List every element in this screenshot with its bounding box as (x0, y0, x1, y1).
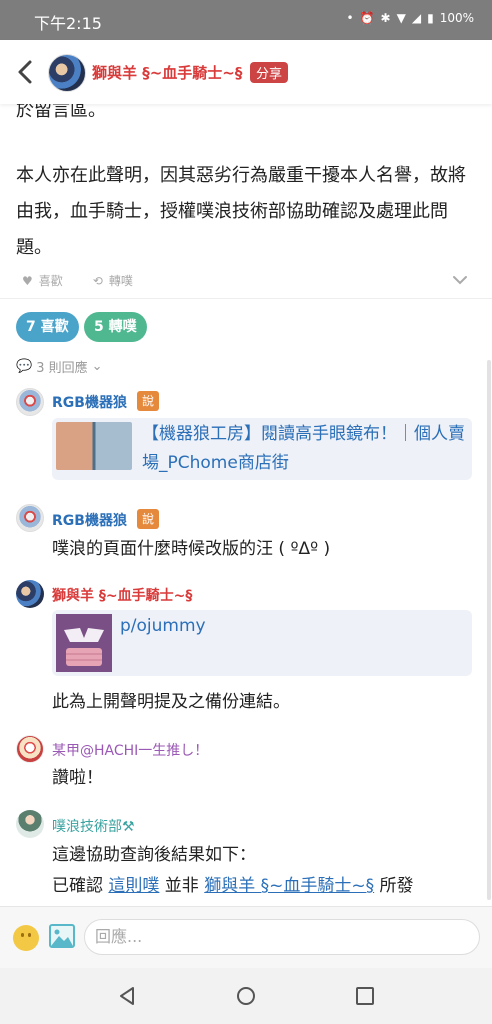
plurk-link[interactable]: 這則噗 (108, 876, 159, 896)
link-thumbnail (56, 422, 132, 470)
back-icon[interactable] (115, 984, 139, 1008)
image-icon[interactable] (49, 924, 75, 948)
status-icons: • ⏰ ✱ ▼ ◢ ▮ 100% (347, 11, 474, 25)
response-author-label: 噗浪技術部 (52, 819, 122, 835)
avatar[interactable] (16, 580, 44, 608)
avatar[interactable] (16, 388, 44, 416)
dot-icon: • (346, 11, 354, 25)
like-button[interactable]: 喜歡 (39, 272, 63, 289)
response-author[interactable]: RGB機器狼 (52, 392, 127, 412)
author-name[interactable]: 獅與羊 §~血手騎士~§ (92, 62, 242, 83)
response-author[interactable]: 獅與羊 §~血手騎士~§ (52, 585, 192, 605)
response-author[interactable]: RGB機器狼 (52, 510, 127, 530)
responses-toggle[interactable]: 💬 3 則回應 ⌄ (16, 357, 103, 376)
qualifier-badge: 說 (137, 391, 159, 411)
status-time: 下午2:15 (34, 14, 102, 33)
qualifier-badge: 說 (137, 509, 159, 529)
scrollbar[interactable] (487, 360, 491, 900)
divider (0, 298, 492, 299)
tools-icon: ⚒ (122, 819, 135, 835)
replurk-icon[interactable]: ⟲ (93, 274, 103, 288)
link-title[interactable]: 【機器狼工房】閱讀高手眼鏡布！｜個人賣場_PChome商店街 (142, 420, 466, 478)
post-paragraph: 本人亦在此聲明，因其惡劣行為嚴重干擾本人名譽，故將由我，血手騎士，授權噗浪技術部… (16, 165, 466, 258)
alarm-icon: ⏰ (359, 11, 375, 25)
signal-icon: ◢ (411, 11, 422, 25)
replurk-button[interactable]: 轉噗 (109, 272, 133, 289)
battery-level: 100% (439, 11, 474, 25)
post-actions: ♥ 喜歡 ⟲ 轉噗 (22, 272, 133, 289)
likes-count-pill[interactable]: 7 喜歡 (16, 312, 79, 342)
text-segment: 所發 (374, 876, 414, 896)
author-avatar[interactable] (48, 54, 86, 92)
avatar[interactable] (16, 504, 44, 532)
link-thumbnail (56, 614, 112, 672)
response-text: 此為上開聲明提及之備份連結。 (52, 692, 290, 712)
link-card[interactable]: p/ojummy (52, 610, 472, 676)
back-arrow-icon[interactable] (14, 59, 38, 85)
battery-icon: ▮ (427, 11, 434, 25)
avatar[interactable] (16, 735, 44, 763)
text-segment: 已確認 (52, 876, 109, 896)
emoji-icon[interactable] (13, 925, 39, 951)
response-author[interactable]: 某甲@HACHI一生推し！ (52, 740, 208, 760)
comment-icon: 💬 (16, 359, 33, 374)
recents-icon[interactable] (353, 984, 377, 1008)
link-title[interactable]: p/ojummy (120, 612, 460, 641)
plurk-content: 於留言區。 本人亦在此聲明，因其惡劣行為嚴重干擾本人名譽，故將由我，血手騎士，授… (0, 96, 492, 296)
plurk-header: 獅與羊 §~血手騎士~§ 分享 (0, 40, 492, 104)
wifi-icon: ▼ (396, 11, 406, 25)
chevron-down-icon: ⌄ (91, 359, 103, 374)
responses-count: 3 則回應 (36, 361, 88, 376)
response-text: 讚啦！ (52, 768, 103, 788)
heart-icon[interactable]: ♥ (22, 274, 33, 288)
replurks-count-pill[interactable]: 5 轉噗 (84, 312, 147, 342)
share-badge[interactable]: 分享 (250, 62, 289, 83)
response-author[interactable]: 噗浪技術部⚒ (52, 816, 135, 836)
reply-input[interactable]: 回應... (84, 919, 480, 955)
text-segment: 並非 (159, 876, 205, 896)
response-text: 噗浪的頁面什麼時候改版的汪 ( ºΔº ) (52, 539, 331, 559)
user-link[interactable]: 獅與羊 §~血手騎士~§ (204, 876, 374, 896)
link-card[interactable]: 【機器狼工房】閱讀高手眼鏡布！｜個人賣場_PChome商店街 (52, 418, 472, 480)
status-bar: 下午2:15 • ⏰ ✱ ▼ ◢ ▮ 100% (0, 0, 492, 40)
avatar[interactable] (16, 810, 44, 838)
system-nav-bar (0, 968, 492, 1024)
bluetooth-icon: ✱ (380, 11, 391, 25)
chevron-down-icon[interactable] (452, 274, 468, 286)
response-text-line2: 已確認 這則噗 並非 獅與羊 §~血手騎士~§ 所發 (52, 872, 414, 900)
reply-bar: 回應... (0, 906, 492, 968)
home-icon[interactable] (234, 984, 258, 1008)
response-text: 這邊協助查詢後結果如下： (52, 845, 256, 865)
